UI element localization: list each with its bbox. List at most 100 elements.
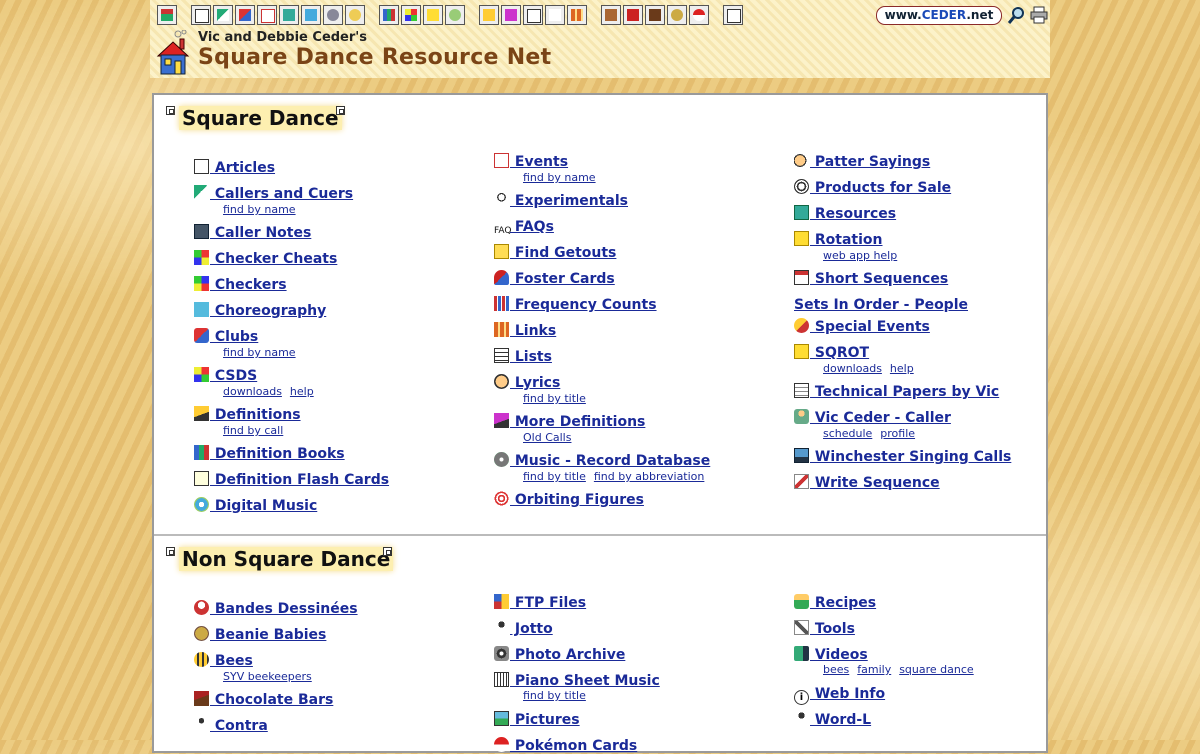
link-sets-in-order-text[interactable]: Sets In Order - People [794, 297, 968, 313]
lyrics-icon[interactable] [345, 5, 365, 25]
link-web-info[interactable]: i Web Info [794, 683, 885, 705]
link-callers-text[interactable]: Callers and Cuers [210, 186, 353, 202]
expand-square-dance-icon[interactable] [336, 106, 345, 115]
vic-icon[interactable] [445, 5, 465, 25]
link-pokemon-text[interactable]: Pokémon Cards [510, 738, 637, 754]
link-ftp[interactable]: FTP Files [494, 592, 586, 611]
link-orbiting-figures-text[interactable]: Orbiting Figures [510, 492, 644, 508]
collapse-non-square-dance-icon[interactable] [166, 547, 175, 556]
videos-bees[interactable]: bees [823, 663, 849, 676]
link-videos-text[interactable]: Videos [810, 647, 868, 663]
link-contra[interactable]: Contra [194, 715, 268, 734]
link-music-database-text[interactable]: Music - Record Database [510, 453, 710, 469]
definitions-icon[interactable] [479, 5, 499, 25]
foster-icon[interactable] [623, 5, 643, 25]
link-recipes[interactable]: Recipes [794, 592, 876, 611]
articles-icon[interactable] [191, 5, 211, 25]
more-definitions-icon[interactable] [501, 5, 521, 25]
events-icon[interactable] [257, 5, 277, 25]
sqrot-downloads[interactable]: downloads [823, 362, 882, 375]
pokemon-icon[interactable] [689, 5, 709, 25]
link-write-sequence[interactable]: Write Sequence [794, 472, 940, 491]
link-digital-music[interactable]: Digital Music [194, 495, 317, 514]
link-choreography[interactable]: Choreography [194, 300, 326, 319]
vic-schedule[interactable]: schedule [823, 427, 872, 440]
link-checker-cheats[interactable]: Checker Cheats [194, 248, 337, 267]
link-find-getouts-text[interactable]: Find Getouts [510, 245, 617, 261]
link-lyrics-text[interactable]: Lyrics [510, 375, 560, 391]
link-checkers[interactable]: Checkers [194, 274, 287, 293]
link-pokemon[interactable]: Pokémon Cards [494, 735, 637, 754]
link-ftp-text[interactable]: FTP Files [510, 595, 586, 611]
ceder-net-badge[interactable]: www.CEDER.net [876, 6, 1002, 25]
events-find-by-name[interactable]: find by name [523, 171, 596, 184]
link-csds-text[interactable]: CSDS [210, 368, 257, 384]
link-short-sequences-text[interactable]: Short Sequences [810, 271, 948, 287]
link-flash-cards-text[interactable]: Definition Flash Cards [210, 472, 389, 488]
link-beanie-text[interactable]: Beanie Babies [210, 627, 327, 643]
csds-icon[interactable] [401, 5, 421, 25]
resources-icon[interactable] [279, 5, 299, 25]
clubs-icon[interactable] [235, 5, 255, 25]
clubs-find-by-name[interactable]: find by name [223, 346, 296, 359]
link-contra-text[interactable]: Contra [210, 718, 268, 734]
link-foster-cards-text[interactable]: Foster Cards [510, 271, 615, 287]
link-sqrot-text[interactable]: SQROT [810, 345, 869, 361]
home-icon[interactable] [157, 5, 177, 25]
link-caller-notes[interactable]: Caller Notes [194, 222, 311, 241]
link-write-sequence-text[interactable]: Write Sequence [810, 475, 940, 491]
link-definition-books[interactable]: Definition Books [194, 443, 345, 462]
link-definitions[interactable]: Definitions [194, 404, 301, 423]
videos-family[interactable]: family [857, 663, 891, 676]
link-orbiting-figures[interactable]: Orbiting Figures [494, 489, 644, 508]
link-definition-books-text[interactable]: Definition Books [210, 446, 345, 462]
link-products-text[interactable]: Products for Sale [810, 180, 951, 196]
link-bees[interactable]: Bees [194, 650, 253, 669]
link-experimentals-text[interactable]: Experimentals [510, 193, 628, 209]
link-wordl-text[interactable]: Word-L [810, 712, 871, 728]
chocolate-icon[interactable] [645, 5, 665, 25]
music-find-by-title[interactable]: find by title [523, 470, 586, 483]
link-more-definitions-text[interactable]: More Definitions [510, 414, 646, 430]
link-bandes-text[interactable]: Bandes Dessinées [210, 601, 358, 617]
expand-non-square-dance-icon[interactable] [383, 547, 392, 556]
link-links-text[interactable]: Links [510, 323, 556, 339]
collapse-square-dance-icon[interactable] [166, 106, 175, 115]
vic-profile[interactable]: profile [880, 427, 915, 440]
rotation-web-app-help[interactable]: web app help [823, 249, 897, 262]
link-short-sequences[interactable]: Short Sequences [794, 268, 948, 287]
link-lyrics[interactable]: Lyrics [494, 372, 560, 391]
link-beanie[interactable]: Beanie Babies [194, 624, 326, 643]
link-csds[interactable]: CSDS [194, 365, 257, 384]
link-rotation-text[interactable]: Rotation [810, 232, 883, 248]
link-find-getouts[interactable]: Find Getouts [494, 242, 616, 261]
link-videos[interactable]: Videos [794, 644, 868, 663]
link-technical-papers-text[interactable]: Technical Papers by Vic [810, 384, 999, 400]
link-chocolate-text[interactable]: Chocolate Bars [210, 692, 333, 708]
write-icon[interactable] [723, 5, 743, 25]
link-jotto-text[interactable]: Jotto [510, 621, 553, 637]
link-checker-cheats-text[interactable]: Checker Cheats [210, 251, 337, 267]
lyrics-find-by-title[interactable]: find by title [523, 392, 586, 405]
link-recipes-text[interactable]: Recipes [810, 595, 876, 611]
link-events-text[interactable]: Events [510, 154, 568, 170]
link-sqrot[interactable]: SQROT [794, 342, 869, 361]
link-definitions-text[interactable]: Definitions [210, 407, 301, 423]
music-icon[interactable] [323, 5, 343, 25]
link-technical-papers[interactable]: Technical Papers by Vic [794, 381, 999, 400]
link-checkers-text[interactable]: Checkers [210, 277, 287, 293]
link-products[interactable]: Products for Sale [794, 177, 951, 196]
choreography-icon[interactable] [301, 5, 321, 25]
link-resources-text[interactable]: Resources [810, 206, 896, 222]
link-chocolate[interactable]: Chocolate Bars [194, 689, 333, 708]
bees-icon[interactable] [601, 5, 621, 25]
link-web-info-text[interactable]: Web Info [810, 686, 885, 702]
link-bandes[interactable]: Bandes Dessinées [194, 598, 358, 617]
more-definitions-old-calls[interactable]: Old Calls [523, 431, 571, 444]
link-faqs-text[interactable]: FAQs [510, 219, 554, 235]
link-patter-sayings-text[interactable]: Patter Sayings [810, 154, 930, 170]
link-lists[interactable]: Lists [494, 346, 552, 365]
link-sets-in-order[interactable]: Sets In Order - People [794, 294, 968, 313]
search-icon[interactable] [1008, 6, 1026, 24]
link-links[interactable]: Links [494, 320, 556, 339]
